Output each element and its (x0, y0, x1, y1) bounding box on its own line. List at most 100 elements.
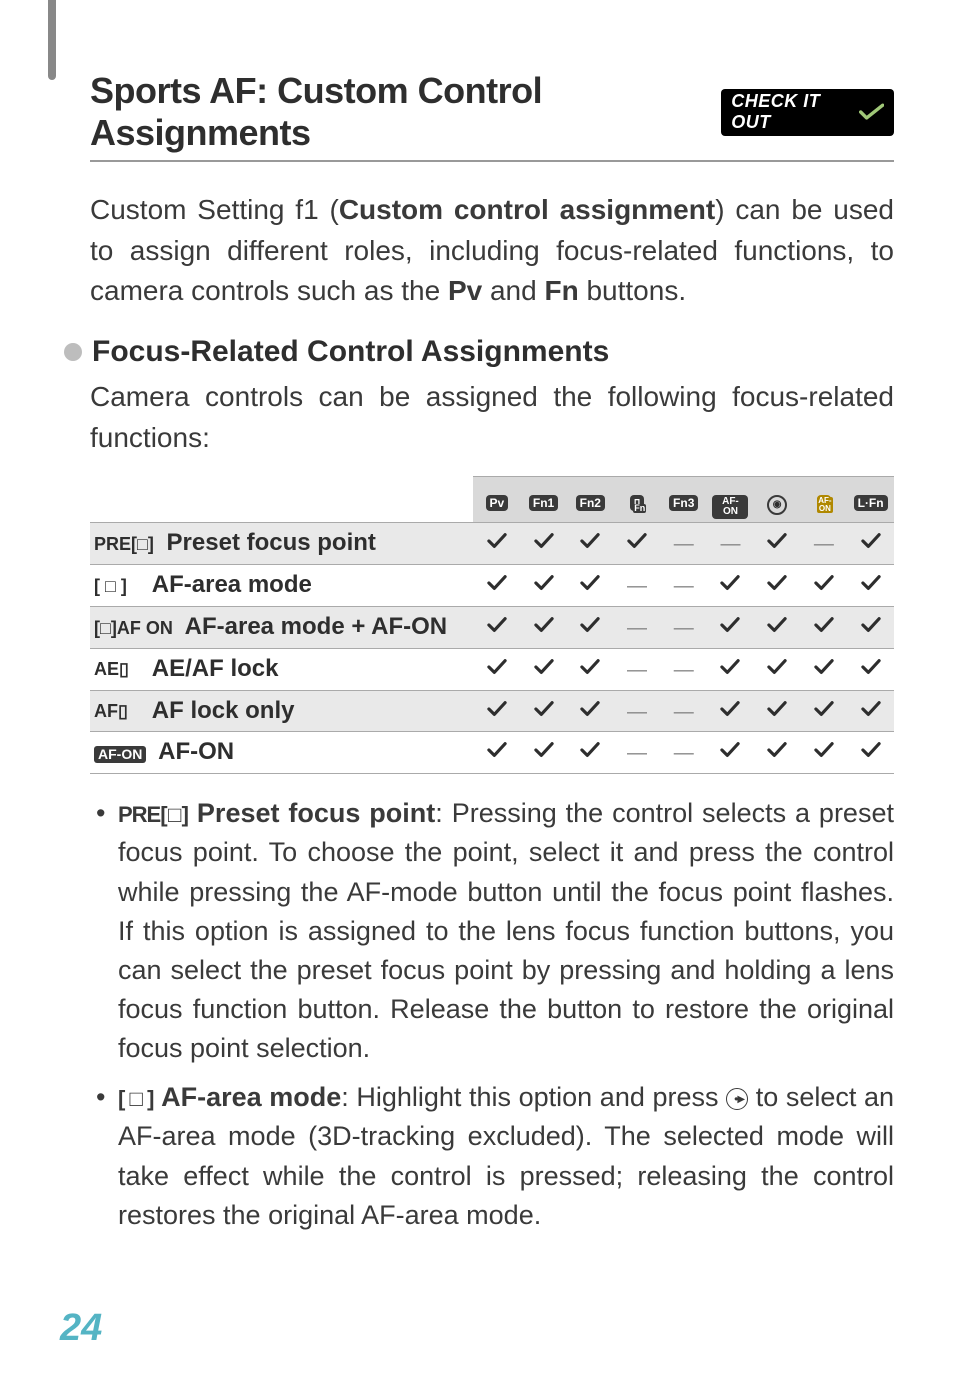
col-fn3: Fn3 (660, 477, 707, 523)
assignment-matrix-table: Pv Fn1 Fn2 ▯Fn Fn3 AF-ON ◉ ▯AF-ON L·Fn P… (90, 476, 894, 774)
matrix-cell (520, 523, 567, 565)
matrix-cell: — (614, 565, 661, 607)
matrix-cell (567, 523, 614, 565)
matrix-cell (707, 607, 754, 649)
col-vert-afon-label: AF-ON (817, 497, 834, 513)
matrix-cell (801, 732, 848, 774)
row-label-cell: [□]AF ON AF-area mode + AF-ON (90, 607, 473, 649)
matrix-cell: — (660, 523, 707, 565)
matrix-cell (754, 523, 801, 565)
table-row: AE▯ AE/AF lock —— (90, 648, 894, 690)
row-label-cell: AF▯ AF lock only (90, 690, 473, 732)
section-paragraph: Camera controls can be assigned the foll… (90, 377, 894, 458)
matrix-cell (801, 648, 848, 690)
row-label-cell: PRE[□] Preset focus point (90, 523, 473, 565)
bullet0-label: Preset focus point (197, 798, 435, 828)
matrix-cell: — (614, 648, 661, 690)
side-tab (48, 0, 56, 80)
matrix-cell (473, 648, 520, 690)
matrix-cell (801, 690, 848, 732)
bullet1-pre: : Highlight this option and press (341, 1082, 726, 1112)
col-vert-fn: ▯Fn (614, 477, 661, 523)
intro-bold3: Fn (544, 275, 578, 306)
matrix-cell (567, 690, 614, 732)
matrix-cell (847, 523, 894, 565)
matrix-cell (801, 607, 848, 649)
matrix-cell (707, 648, 754, 690)
matrix-cell (473, 523, 520, 565)
row-label-cell: AE▯ AE/AF lock (90, 648, 473, 690)
col-afon-label: AF-ON (712, 495, 748, 519)
col-afon: AF-ON (707, 477, 754, 523)
col-fn1-label: Fn1 (529, 495, 558, 511)
intro-mid2: and (482, 275, 544, 306)
matrix-cell: — (614, 607, 661, 649)
multi-selector-center-icon: ◉ (767, 495, 787, 515)
matrix-cell (754, 607, 801, 649)
col-vert-afon: ▯AF-ON (801, 477, 848, 523)
matrix-cell (473, 607, 520, 649)
col-pv: Pv (473, 477, 520, 523)
matrix-cell (520, 607, 567, 649)
matrix-cell: — (614, 732, 661, 774)
table-row: [□]AF ON AF-area mode + AF-ON —— (90, 607, 894, 649)
bullet-af-area-mode: [ □ ] AF-area mode: Highlight this optio… (118, 1078, 894, 1235)
matrix-cell (567, 648, 614, 690)
matrix-cell (847, 690, 894, 732)
col-pv-label: Pv (486, 495, 509, 511)
col-fn2-label: Fn2 (576, 495, 605, 511)
matrix-cell (520, 565, 567, 607)
matrix-cell (847, 648, 894, 690)
bullet-preset-focus-point: PRE[□] Preset focus point: Pressing the … (118, 794, 894, 1068)
matrix-cell: — (660, 648, 707, 690)
matrix-cell (754, 648, 801, 690)
title-divider (90, 160, 894, 162)
page-number: 24 (60, 1307, 102, 1350)
page-title: Sports AF: Custom Control Assignments (90, 70, 709, 154)
matrix-cell: — (801, 523, 848, 565)
row-label-cell: [ □ ] AF-area mode (90, 565, 473, 607)
bullet1-icon: [ □ ] (118, 1086, 153, 1111)
table-row: PRE[□] Preset focus point——— (90, 523, 894, 565)
matrix-cell (567, 607, 614, 649)
intro-paragraph: Custom Setting f1 (Custom control assign… (90, 190, 894, 312)
table-row: [ □ ] AF-area mode —— (90, 565, 894, 607)
col-multi-center: ◉ (754, 477, 801, 523)
section-heading: Focus-Related Control Assignments (92, 330, 609, 374)
matrix-cell (520, 690, 567, 732)
matrix-cell: — (614, 690, 661, 732)
matrix-cell (847, 607, 894, 649)
col-lfn-label: L·Fn (854, 495, 888, 511)
checkmark-swoosh-icon (859, 102, 884, 122)
matrix-cell (520, 648, 567, 690)
intro-bold2: Pv (448, 275, 482, 306)
row-label-cell: AF-ON AF-ON (90, 732, 473, 774)
intro-bold1: Custom control assignment (339, 194, 715, 225)
matrix-cell: — (660, 732, 707, 774)
matrix-cell (801, 565, 848, 607)
bullet0-text: : Pressing the control selects a preset … (118, 798, 894, 1063)
matrix-cell (567, 732, 614, 774)
matrix-cell: — (660, 565, 707, 607)
matrix-cell (847, 565, 894, 607)
matrix-body: PRE[□] Preset focus point———[ □ ] AF-are… (90, 523, 894, 774)
matrix-cell: — (707, 523, 754, 565)
col-fn1: Fn1 (520, 477, 567, 523)
matrix-cell: — (660, 607, 707, 649)
table-row: AF▯ AF lock only—— (90, 690, 894, 732)
matrix-cell (754, 690, 801, 732)
matrix-cell (847, 732, 894, 774)
table-corner-blank (90, 477, 473, 523)
matrix-cell (473, 732, 520, 774)
matrix-cell (707, 690, 754, 732)
table-row: AF-ON AF-ON —— (90, 732, 894, 774)
section-bullet-icon (64, 343, 82, 361)
col-lfn: L·Fn (847, 477, 894, 523)
matrix-cell (614, 523, 661, 565)
col-fn3-label: Fn3 (669, 495, 698, 511)
intro-end: buttons. (579, 275, 686, 306)
matrix-cell (473, 565, 520, 607)
matrix-cell (707, 732, 754, 774)
bullet0-icon: PRE[□] (118, 802, 188, 827)
matrix-cell (707, 565, 754, 607)
